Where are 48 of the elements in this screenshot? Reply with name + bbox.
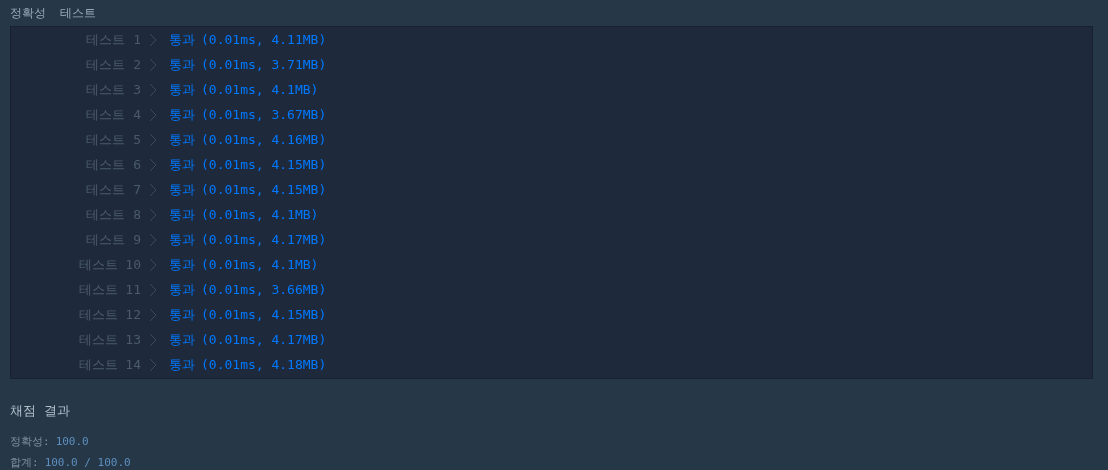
test-status: 통과 — [169, 330, 195, 349]
chevron-icon — [149, 307, 157, 322]
chevron-icon — [149, 182, 157, 197]
test-detail: (0.01ms, 4.18MB) — [201, 357, 327, 372]
summary-label: 합계: — [10, 455, 39, 470]
test-status: 통과 — [169, 280, 195, 299]
test-status: 통과 — [169, 305, 195, 324]
test-status: 통과 — [169, 180, 195, 199]
chevron-icon — [149, 282, 157, 297]
test-status: 통과 — [169, 55, 195, 74]
test-status: 통과 — [169, 105, 195, 124]
test-status: 통과 — [169, 80, 195, 99]
chevron-icon — [149, 32, 157, 47]
summary-label: 정확성: — [10, 434, 50, 449]
chevron-icon — [149, 357, 157, 372]
test-detail: (0.01ms, 4.17MB) — [201, 332, 327, 347]
test-detail: (0.01ms, 4.15MB) — [201, 182, 327, 197]
test-status: 통과 — [169, 205, 195, 224]
test-status: 통과 — [169, 30, 195, 49]
test-detail: (0.01ms, 4.1MB) — [201, 207, 319, 222]
test-detail: (0.01ms, 4.17MB) — [201, 232, 327, 247]
chevron-icon — [149, 257, 157, 272]
test-status: 통과 — [169, 155, 195, 174]
chevron-icon — [149, 232, 157, 247]
chevron-icon — [149, 132, 157, 147]
summary-title: 채점 결과 — [10, 402, 71, 420]
section-title: 정확성 테스트 — [10, 5, 98, 22]
test-status: 통과 — [169, 130, 195, 149]
chevron-icon — [149, 207, 157, 222]
test-detail: (0.01ms, 4.1MB) — [201, 82, 319, 97]
summary-value: 100.0 / 100.0 — [44, 456, 131, 469]
chevron-icon — [149, 82, 157, 97]
test-detail: (0.01ms, 4.11MB) — [201, 32, 327, 47]
test-detail: (0.01ms, 4.15MB) — [201, 307, 327, 322]
summary-value: 100.0 — [55, 435, 89, 448]
chevron-icon — [149, 57, 157, 72]
test-detail: (0.01ms, 3.67MB) — [201, 107, 327, 122]
chevron-icon — [149, 157, 157, 172]
test-detail: (0.01ms, 3.71MB) — [201, 57, 327, 72]
chevron-icon — [149, 107, 157, 122]
chevron-icon — [149, 332, 157, 347]
test-detail: (0.01ms, 3.66MB) — [201, 282, 327, 297]
test-status: 통과 — [169, 355, 195, 374]
test-detail: (0.01ms, 4.16MB) — [201, 132, 327, 147]
test-detail: (0.01ms, 4.1MB) — [201, 257, 319, 272]
test-detail: (0.01ms, 4.15MB) — [201, 157, 327, 172]
test-status: 통과 — [169, 230, 195, 249]
test-status: 통과 — [169, 255, 195, 274]
